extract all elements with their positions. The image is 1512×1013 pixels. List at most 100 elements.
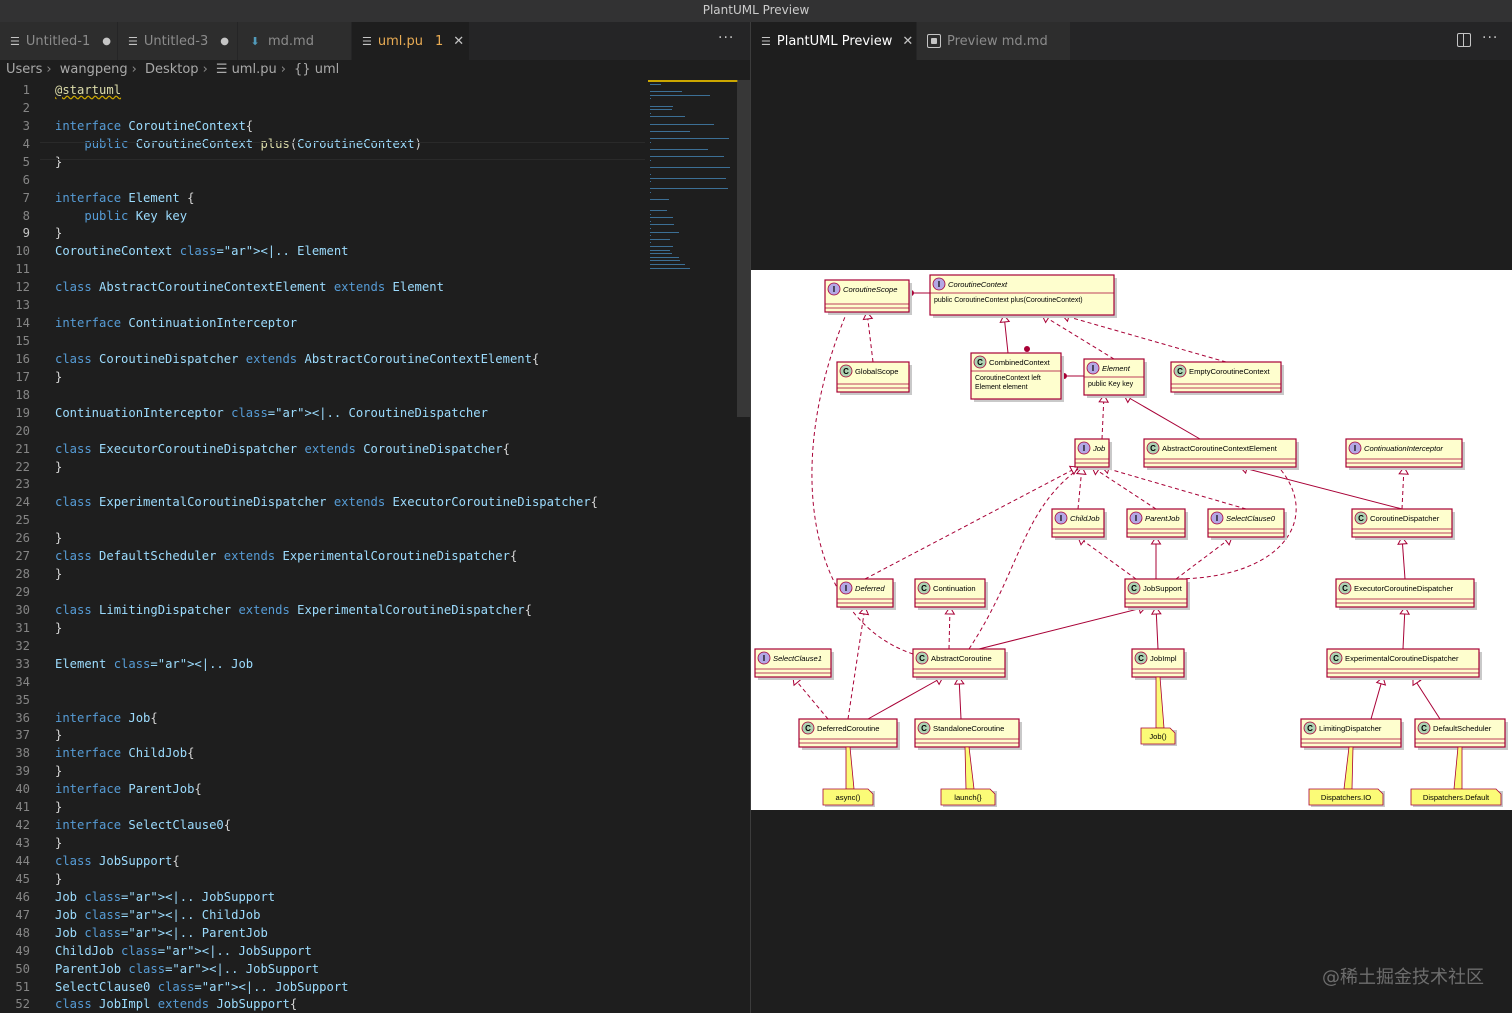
code-line[interactable]: 48 Job class="ar"><|.. ParentJob [0,924,645,942]
more-actions-icon[interactable]: ··· [1482,30,1498,46]
breadcrumb-item[interactable]: {} uml [294,62,339,77]
code-line[interactable]: 49 ChildJob class="ar"><|.. JobSupport [0,942,645,960]
watermark: @稀土掘金技术社区 [1322,967,1484,988]
code-line[interactable]: 46 Job class="ar"><|.. JobSupport [0,888,645,906]
code-line[interactable]: 8 public Key key [0,207,645,225]
minimap-line [650,242,652,244]
code-line[interactable]: 12 class AbstractCoroutineContextElement … [0,278,645,296]
breadcrumb-item[interactable]: uml.pu [232,62,277,77]
relation-line [864,466,1079,580]
code-line[interactable]: 23 [0,475,645,493]
minimap[interactable] [648,80,738,280]
minimap-line [650,109,672,111]
class-name: CoroutineScope [843,285,897,294]
stereotype-letter: C [921,724,927,733]
code-line[interactable]: 33 Element class="ar"><|.. Job [0,655,645,673]
tab-untitled-1[interactable]: ☰ Untitled-1 ● [0,22,118,60]
code-line[interactable]: 30 class LimitingDispatcher extends Exper… [0,601,645,619]
code-line[interactable]: 35 [0,691,645,709]
code-line[interactable]: 29 [0,583,645,601]
code-line[interactable]: 45} [0,870,645,888]
relation-line [867,676,944,720]
tab-preview-md[interactable]: Preview md.md [917,22,1071,60]
code-line[interactable]: 36 interface Job{ [0,709,645,727]
close-icon[interactable]: ✕ [453,34,464,49]
code-line[interactable]: 16 class CoroutineDispatcher extends Abst… [0,350,645,368]
tab-md-md[interactable]: ⬇ md.md [238,22,352,60]
code-text: class JobImpl extends JobSupport{ [55,997,298,1012]
more-actions-icon[interactable]: ··· [718,30,734,46]
code-line[interactable]: 6 [0,171,645,189]
uml-class-DeferredCoroutine: C DeferredCoroutine [798,718,900,750]
code-line[interactable]: 27 class DefaultScheduler extends Experim… [0,547,645,565]
line-number: 29 [15,585,30,600]
stereotype-letter: C [1358,514,1364,523]
code-line[interactable]: 1 @startuml [0,81,645,99]
minimap-line [650,123,714,125]
code-line[interactable]: 14 interface ContinuationInterceptor [0,314,645,332]
code-line[interactable]: 19 ContinuationInterceptor class="ar"><|.… [0,404,645,422]
code-line[interactable]: 10 CoroutineContext class="ar"><|.. Eleme… [0,242,645,260]
code-line[interactable]: 26} [0,529,645,547]
code-line[interactable]: 21 class ExecutorCoroutineDispatcher exte… [0,440,645,458]
unsaved-dot-icon[interactable]: ● [102,36,111,47]
code-line[interactable]: 17} [0,368,645,386]
code-line[interactable]: 52 class JobImpl extends JobSupport{ [0,995,645,1013]
code-line[interactable]: 9} [0,224,645,242]
code-line[interactable]: 42 interface SelectClause0{ [0,816,645,834]
code-line[interactable]: 15 [0,332,645,350]
code-line[interactable]: 32 [0,637,645,655]
code-line[interactable]: 28} [0,565,645,583]
code-line[interactable]: 7 interface Element { [0,189,645,207]
composition-diamond-icon [1024,346,1030,352]
close-icon[interactable]: ✕ [902,34,913,49]
class-member: Element element [975,384,1028,391]
code-editor[interactable]: 1 @startuml 2 3 interface CoroutineContext{ 4… [0,80,750,1013]
code-line[interactable]: 3 interface CoroutineContext{ [0,117,645,135]
tab-untitled-3[interactable]: ☰ Untitled-3 ● [118,22,238,60]
breadcrumb-item[interactable]: Users [6,62,42,77]
uml-class-DefaultScheduler: C DefaultScheduler [1414,718,1508,750]
code-line[interactable]: 31} [0,619,645,637]
code-line[interactable]: 18 [0,386,645,404]
class-name: ExperimentalCoroutineDispatcher [1345,654,1459,663]
code-text: class LimitingDispatcher extends Experim… [55,602,532,617]
code-line[interactable]: 38 interface ChildJob{ [0,744,645,762]
code-line[interactable]: 2 [0,99,645,117]
code-line[interactable]: 43} [0,834,645,852]
stereotype-letter: I [1092,364,1094,373]
code-line[interactable]: 34 [0,673,645,691]
line-number: 12 [15,280,30,295]
code-line[interactable]: 39} [0,762,645,780]
code-line[interactable]: 22} [0,458,645,476]
minimap-line [650,224,674,226]
code-text: Job class="ar"><|.. ParentJob [55,925,268,940]
code-line[interactable]: 13 [0,296,645,314]
code-line[interactable]: 37} [0,726,645,744]
line-number: 10 [15,244,30,259]
code-line[interactable]: 25 [0,511,645,529]
code-line[interactable]: 41} [0,798,645,816]
breadcrumb-item[interactable]: wangpeng [60,62,128,77]
class-name: SelectClause0 [1226,514,1276,523]
code-line[interactable]: 51 SelectClause0 class="ar"><|.. JobSuppo… [0,978,645,996]
class-name: DeferredCoroutine [817,724,879,733]
line-number: 25 [15,513,30,528]
unsaved-dot-icon[interactable]: ● [220,36,229,47]
editor-scrollbar[interactable] [737,80,750,417]
line-number: 20 [15,423,30,438]
breadcrumb-item[interactable]: Desktop [145,62,199,77]
code-line[interactable]: 44 class JobSupport{ [0,852,645,870]
code-text: interface ParentJob{ [55,782,202,797]
code-line[interactable]: 20 [0,422,645,440]
code-line[interactable]: 11 [0,260,645,278]
split-editor-icon[interactable] [1457,33,1471,47]
code-line[interactable]: 47 Job class="ar"><|.. ChildJob [0,906,645,924]
code-line[interactable]: 50 ParentJob class="ar"><|.. JobSupport [0,960,645,978]
class-name: AbstractCoroutineContextElement [1162,444,1278,453]
tab-plantuml-preview[interactable]: ☰ PlantUML Preview ✕ [751,22,917,60]
code-line[interactable]: 24 class ExperimentalCoroutineDispatcher … [0,493,645,511]
stereotype-letter: C [921,584,927,593]
code-line[interactable]: 40 interface ParentJob{ [0,780,645,798]
tab-uml-pu[interactable]: ☰ uml.pu 1 ✕ [352,22,470,60]
